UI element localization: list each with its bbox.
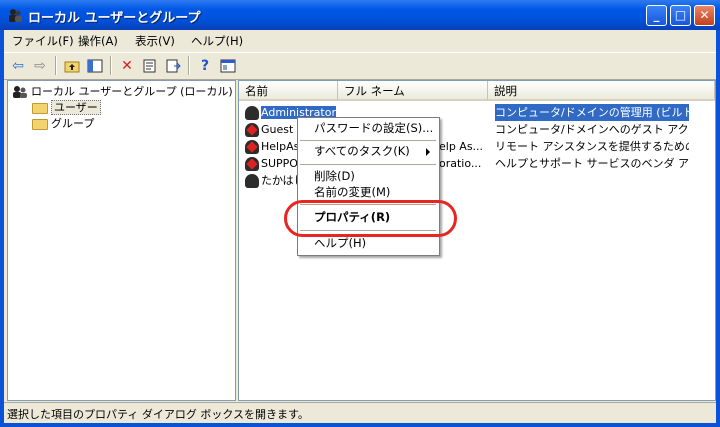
menu-item-rename[interactable]: 名前の変更(M) xyxy=(314,184,390,201)
menu-help[interactable]: ヘルプ(H) xyxy=(191,33,243,49)
export-list-icon xyxy=(166,59,181,73)
users-groups-icon xyxy=(13,86,27,98)
up-one-level-button[interactable] xyxy=(61,55,83,77)
menu-view[interactable]: 表示(V) xyxy=(135,33,175,49)
menu-item-help[interactable]: ヘルプ(H) xyxy=(314,235,366,252)
tree-item-groups[interactable]: グループ xyxy=(32,116,94,132)
annotation-highlight-ring xyxy=(284,200,457,237)
mmc-console-button[interactable] xyxy=(217,55,239,77)
help-icon: ? xyxy=(200,58,210,74)
menu-item-delete[interactable]: 削除(D) xyxy=(314,168,355,185)
minimize-icon: _ xyxy=(653,8,660,22)
up-folder-icon xyxy=(64,61,80,73)
show-hide-tree-icon xyxy=(87,59,103,73)
properties-button[interactable] xyxy=(139,55,161,77)
disabled-user-icon xyxy=(245,123,259,137)
forward-button[interactable]: ⇨ xyxy=(29,55,51,77)
folder-icon xyxy=(32,118,48,130)
user-fullname: oratio... xyxy=(439,157,482,170)
close-button[interactable]: ✕ xyxy=(694,5,715,26)
user-description: リモート アシスタンスを提供するためのア... xyxy=(495,140,689,153)
disabled-user-icon xyxy=(245,157,259,171)
tree-root[interactable]: ローカル ユーザーとグループ (ローカル) xyxy=(12,84,233,100)
user-description: コンピュータ/ドメインの管理用 (ビルトイ... xyxy=(495,104,689,121)
tree-item-users[interactable]: ユーザー xyxy=(32,100,101,116)
tree-item-label: ユーザー xyxy=(51,100,101,115)
column-header-fullname[interactable]: フル ネーム xyxy=(338,81,488,101)
maximize-icon: □ xyxy=(674,8,687,22)
tree-item-label: グループ xyxy=(51,117,95,130)
toolbar: ⇦ ⇨ ✕ ? xyxy=(4,52,716,80)
status-bar: 選択した項目のプロパティ ダイアログ ボックスを開きます。 xyxy=(4,402,716,424)
user-fullname: elp As... xyxy=(439,140,484,153)
toolbar-separator xyxy=(110,56,112,75)
menu-item-set-password[interactable]: パスワードの設定(S)... xyxy=(314,120,433,137)
forward-arrow-icon: ⇨ xyxy=(34,58,46,74)
app-window: ローカル ユーザーとグループ _ □ ✕ ファイル(F) 操作(A) 表示(V)… xyxy=(0,0,720,427)
user-icon xyxy=(245,106,259,120)
maximize-button[interactable]: □ xyxy=(670,5,691,26)
disabled-user-icon xyxy=(245,140,259,154)
minimize-button[interactable]: _ xyxy=(646,5,667,26)
window-title: ローカル ユーザーとグループ xyxy=(28,11,201,26)
menu-item-all-tasks[interactable]: すべてのタスク(K) xyxy=(314,143,434,160)
user-icon xyxy=(245,174,259,188)
menu-bar: ファイル(F) 操作(A) 表示(V) ヘルプ(H) xyxy=(4,30,716,50)
menu-action[interactable]: 操作(A) xyxy=(78,33,118,49)
status-text: 選択した項目のプロパティ ダイアログ ボックスを開きます。 xyxy=(7,408,309,421)
users-app-icon xyxy=(9,9,22,22)
menu-separator xyxy=(300,140,436,141)
back-button[interactable]: ⇦ xyxy=(7,55,29,77)
column-header-name[interactable]: 名前 xyxy=(239,81,338,101)
user-name: Guest xyxy=(261,123,294,136)
properties-icon xyxy=(143,59,156,73)
tree-pane[interactable]: ローカル ユーザーとグループ (ローカル) ユーザー グループ xyxy=(7,80,236,401)
delete-button[interactable]: ✕ xyxy=(116,55,138,77)
tree-root-label: ローカル ユーザーとグループ (ローカル) xyxy=(31,85,233,98)
mmc-console-icon xyxy=(220,59,236,73)
user-description: ヘルプとサポート サービスのベンダ アカ... xyxy=(495,157,689,170)
show-hide-tree-button[interactable] xyxy=(84,55,106,77)
toolbar-separator xyxy=(188,56,190,75)
menu-file[interactable]: ファイル(F) xyxy=(12,33,74,49)
user-description: コンピュータ/ドメインへのゲスト アクセス... xyxy=(495,123,689,136)
export-list-button[interactable] xyxy=(162,55,184,77)
user-name: HelpAs xyxy=(261,140,300,153)
column-header-description[interactable]: 説明 xyxy=(488,81,715,101)
all-tasks-label: すべてのタスク(K) xyxy=(314,144,410,158)
menu-separator xyxy=(300,164,436,165)
delete-icon: ✕ xyxy=(121,58,133,74)
back-arrow-icon: ⇦ xyxy=(12,58,24,74)
user-name: SUPPO xyxy=(261,157,298,170)
folder-open-icon xyxy=(32,102,48,114)
title-bar[interactable]: ローカル ユーザーとグループ _ □ ✕ xyxy=(0,0,720,30)
toolbar-separator xyxy=(55,56,57,75)
submenu-arrow-icon xyxy=(426,148,430,156)
close-icon: ✕ xyxy=(699,8,710,22)
help-button[interactable]: ? xyxy=(194,55,216,77)
